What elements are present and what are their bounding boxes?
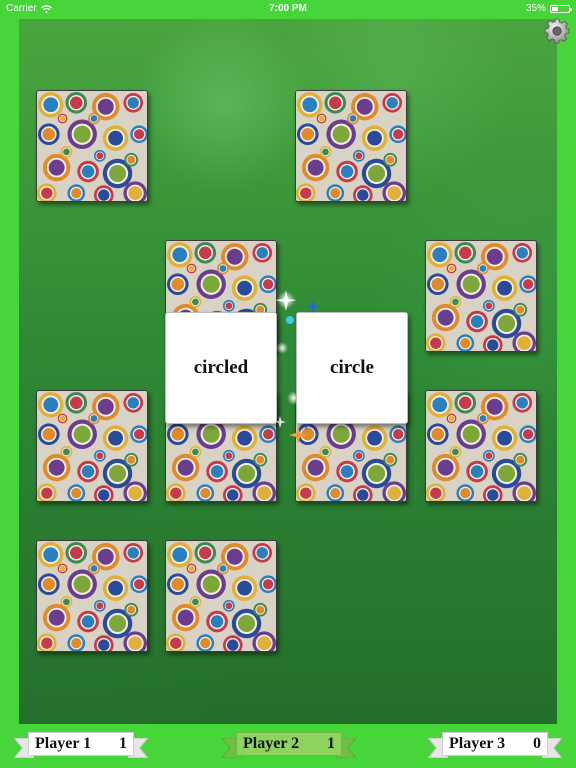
player-score: 1: [327, 735, 335, 752]
status-right: 35%: [525, 3, 572, 14]
face-down-card[interactable]: [36, 390, 148, 502]
player-1-banner: Player 1 1: [14, 730, 148, 758]
gear-icon[interactable]: [544, 18, 570, 44]
face-down-card[interactable]: [165, 540, 277, 652]
face-up-card-2[interactable]: circle: [296, 312, 408, 424]
battery-percent: 35%: [525, 3, 546, 14]
face-down-card[interactable]: [36, 540, 148, 652]
face-down-card[interactable]: [425, 240, 537, 352]
status-bar: Carrier 7:00 PM 35%: [0, 0, 576, 18]
player-name: Player 2: [243, 735, 300, 752]
player-score: 1: [119, 735, 127, 752]
battery-icon: [550, 4, 572, 13]
player-3-plate: Player 3 0: [442, 732, 548, 756]
player-2-plate: Player 2 1: [236, 732, 342, 756]
player-1-plate: Player 1 1: [28, 732, 134, 756]
battery-fill: [552, 6, 558, 11]
face-down-card[interactable]: [425, 390, 537, 502]
face-down-card[interactable]: [36, 90, 148, 202]
player-name: Player 3: [449, 735, 506, 752]
card-word: circled: [193, 357, 249, 378]
face-down-card[interactable]: [295, 90, 407, 202]
face-up-card-1[interactable]: circled: [165, 312, 277, 424]
player-2-banner: Player 2 1: [222, 730, 356, 758]
player-name: Player 1: [35, 735, 92, 752]
player-3-banner: Player 3 0: [428, 730, 562, 758]
card-word: circle: [330, 357, 374, 378]
status-time: 7:00 PM: [269, 3, 307, 14]
player-score: 0: [533, 735, 541, 752]
